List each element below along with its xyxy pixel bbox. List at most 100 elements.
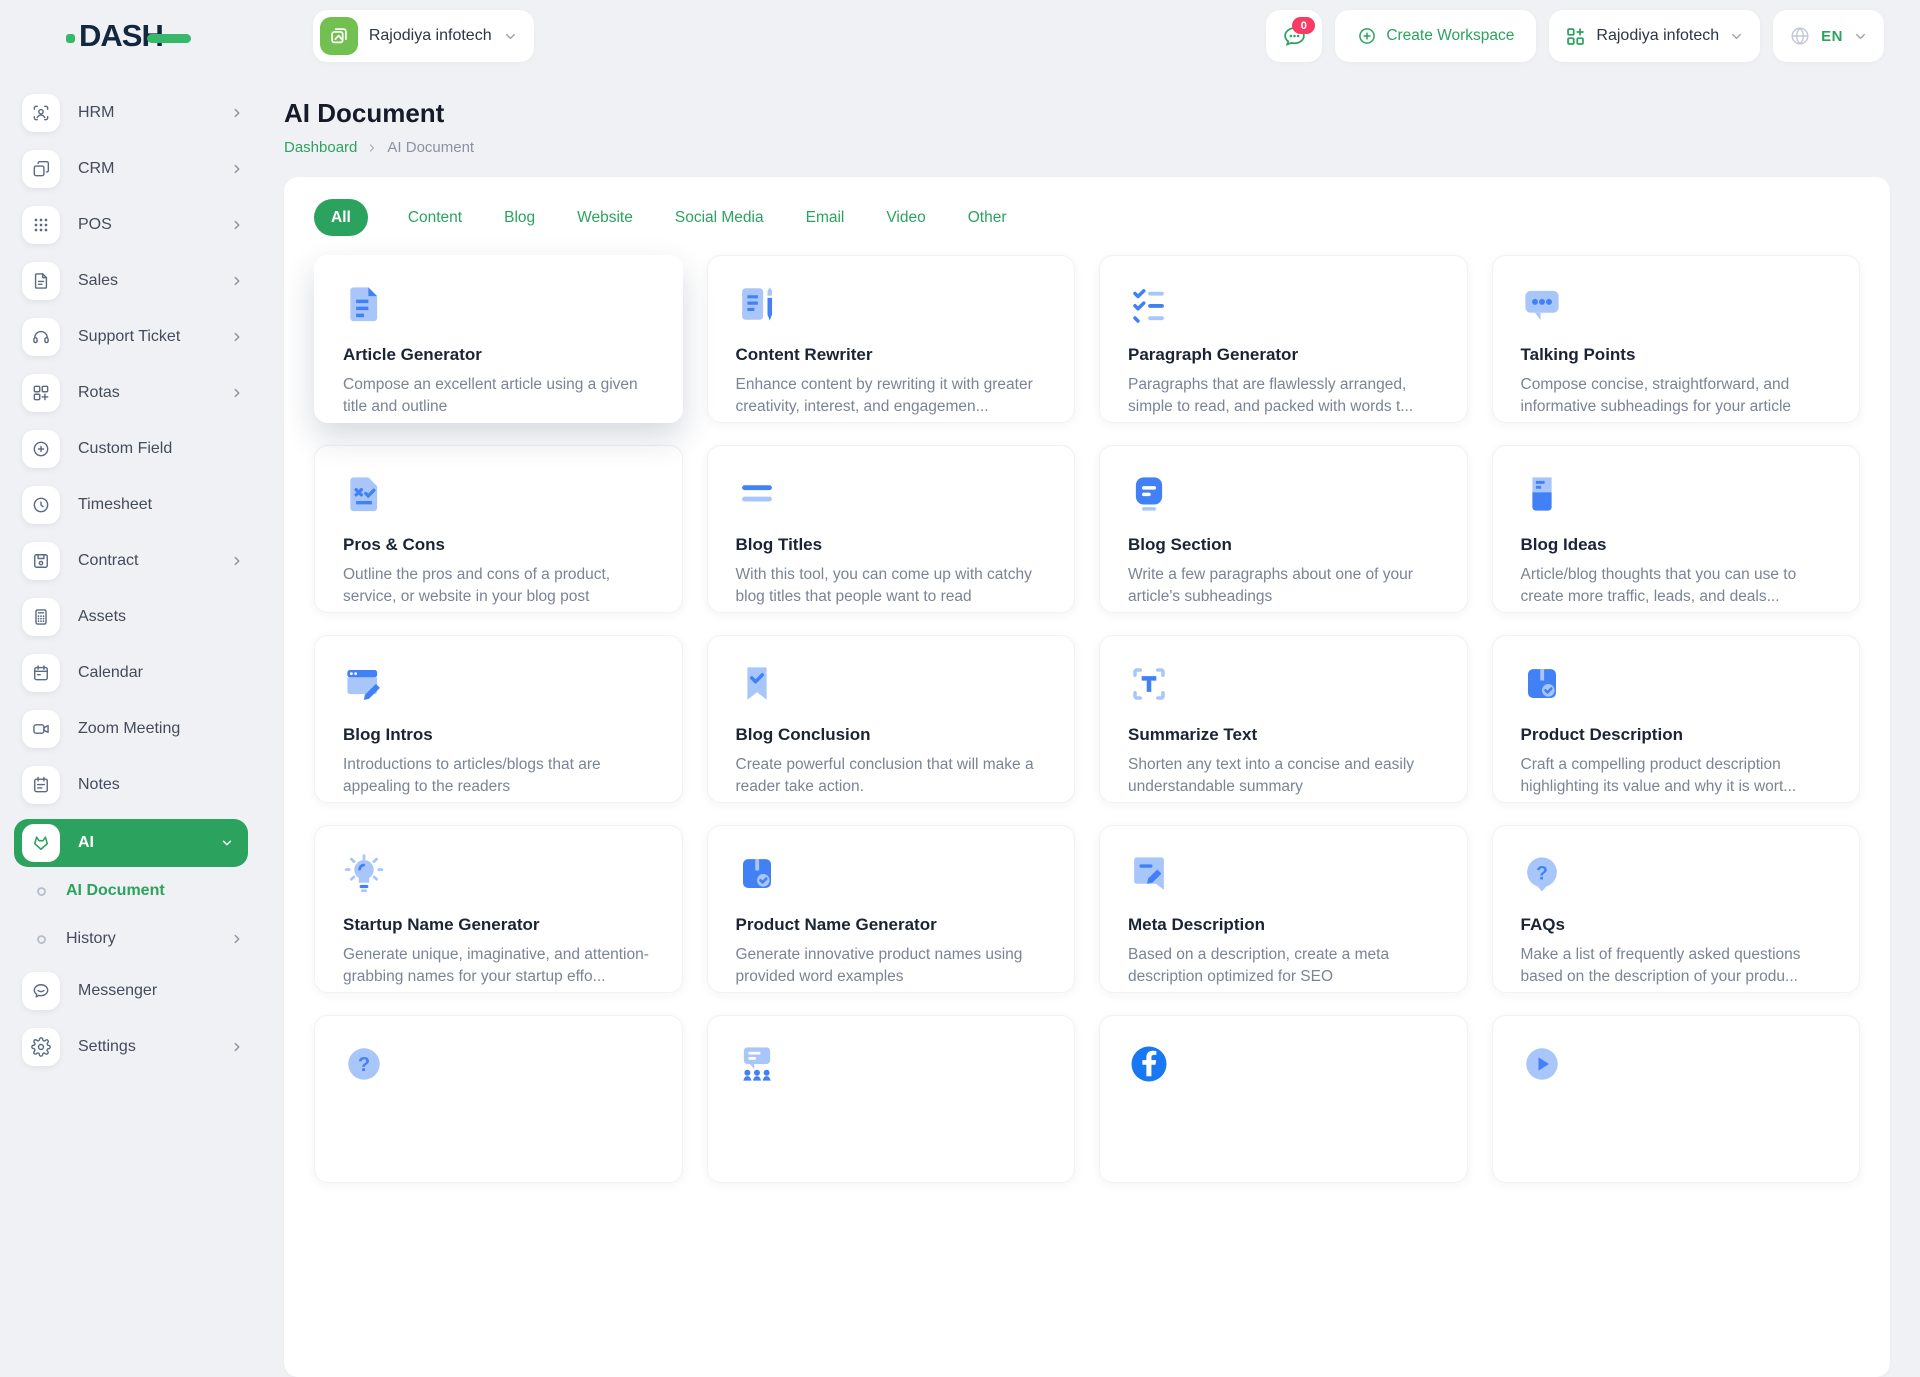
filter-tab[interactable]: Email	[804, 199, 847, 236]
top-header: DASH Rajodiya infotech 0 Create Workspac…	[0, 0, 1920, 72]
filter-tab-label: Video	[886, 208, 926, 226]
template-card[interactable]: Startup Name Generator Generate unique, …	[314, 825, 683, 993]
calendar-icon	[22, 654, 60, 692]
workspace-avatar-icon	[319, 17, 358, 55]
sidebar-item[interactable]: Sales	[22, 253, 244, 309]
template-card[interactable]	[1491, 1015, 1860, 1183]
template-card-title: Blog Intros	[343, 725, 433, 744]
messenger-icon	[22, 972, 60, 1010]
messages-button[interactable]: 0	[1266, 10, 1323, 62]
workspace-name: Rajodiya infotech	[368, 27, 492, 44]
template-card[interactable]: Blog Ideas Article/blog thoughts that yo…	[1491, 445, 1860, 613]
template-card[interactable]: Blog Titles With this tool, you can come…	[706, 445, 1075, 613]
support-ticket-icon	[22, 318, 60, 356]
sidebar-item-label: Calendar	[78, 664, 143, 681]
template-card-title: Talking Points	[1520, 345, 1636, 364]
sidebar-item[interactable]: Rotas	[22, 365, 244, 421]
template-card[interactable]: ? FAQs Make a list of frequently asked q…	[1491, 825, 1860, 993]
ai-fox-icon	[22, 824, 60, 862]
sidebar-item[interactable]: History	[22, 915, 244, 963]
template-card[interactable]: Blog Conclusion Create powerful conclusi…	[706, 635, 1075, 803]
template-card[interactable]: Product Name Generator Generate innovati…	[706, 825, 1075, 993]
sidebar-item[interactable]: AI	[14, 819, 248, 867]
rotas-icon	[22, 374, 60, 412]
sidebar-item[interactable]: AI Document	[22, 867, 244, 915]
template-card[interactable]: Product Description Craft a compelling p…	[1491, 635, 1860, 803]
filter-tab-label: Social Media	[674, 208, 764, 226]
filter-tab[interactable]: Website	[575, 199, 635, 236]
sidebar-item[interactable]: CRM	[22, 141, 244, 197]
sidebar-item[interactable]: Contract	[22, 533, 244, 589]
chevron-icon	[230, 274, 244, 288]
sidebar-item[interactable]: Timesheet	[22, 477, 244, 533]
app-logo[interactable]: DASH	[66, 18, 191, 54]
globe-icon	[1789, 25, 1811, 47]
sidebar-item[interactable]: Settings	[22, 1019, 244, 1075]
sidebar-item[interactable]: Assets	[22, 589, 244, 645]
template-card[interactable]: Summarize Text Shorten any text into a c…	[1099, 635, 1468, 803]
settings-icon	[22, 1028, 60, 1066]
template-card-title: Paragraph Generator	[1128, 345, 1299, 364]
template-card-description: With this tool, you can come up with cat…	[735, 566, 1032, 606]
sidebar-item[interactable]: POS	[22, 197, 244, 253]
sidebar-item[interactable]: Support Ticket	[22, 309, 244, 365]
template-card[interactable]: Content Rewriter Enhance content by rewr…	[706, 255, 1075, 423]
notification-badge: 0	[1292, 17, 1316, 34]
template-card[interactable]: Paragraph Generator Paragraphs that are …	[1099, 255, 1468, 423]
dot-ring-icon	[22, 872, 60, 910]
sidebar-item[interactable]: Zoom Meeting	[22, 701, 244, 757]
template-card[interactable]: Blog Intros Introductions to articles/bl…	[314, 635, 683, 803]
faq-circle-icon: ?	[1521, 853, 1563, 895]
template-card[interactable]: Pros & Cons Outline the pros and cons of…	[314, 445, 683, 613]
template-card-description: Introductions to articles/blogs that are…	[343, 756, 601, 796]
header-actions: 0 Create Workspace Rajodiya infotech EN	[1266, 10, 1884, 62]
sidebar-item-label: AI	[78, 834, 94, 851]
template-card-title: Content Rewriter	[735, 345, 873, 364]
filter-tab[interactable]: Other	[966, 199, 1009, 236]
chevron-icon	[230, 554, 244, 568]
language-selector[interactable]: EN	[1773, 10, 1884, 62]
svg-text:?: ?	[358, 1054, 370, 1076]
notes-icon	[22, 766, 60, 804]
zoom-meeting-icon	[22, 710, 60, 748]
chevron-icon	[230, 932, 244, 946]
create-workspace-button[interactable]: Create Workspace	[1335, 10, 1537, 62]
sidebar-item[interactable]: HRM	[22, 85, 244, 141]
sidebar-item-label: Zoom Meeting	[78, 720, 181, 737]
template-card-title: Blog Ideas	[1520, 535, 1607, 554]
template-card[interactable]: Article Generator Compose an excellent a…	[314, 255, 683, 423]
template-card[interactable]: Blog Section Write a few paragraphs abou…	[1099, 445, 1468, 613]
template-card[interactable]: Meta Description Based on a description,…	[1099, 825, 1468, 993]
sales-icon	[22, 262, 60, 300]
sidebar-item[interactable]: Messenger	[22, 963, 244, 1019]
template-card-description: Craft a compelling product description h…	[1520, 756, 1797, 796]
filter-tab[interactable]: Blog	[502, 199, 537, 236]
sidebar-item-label: POS	[78, 216, 112, 233]
template-card[interactable]	[1099, 1015, 1468, 1183]
sidebar-item[interactable]: Calendar	[22, 645, 244, 701]
filter-tab[interactable]: Content	[406, 199, 464, 236]
language-code: EN	[1821, 27, 1843, 45]
sidebar-item-label: Assets	[78, 608, 127, 625]
template-card-description: Article/blog thoughts that you can use t…	[1520, 566, 1797, 606]
workspace-selector[interactable]: Rajodiya infotech	[312, 10, 534, 62]
sidebar-item[interactable]: Notes	[22, 757, 244, 813]
filter-tab[interactable]: Video	[884, 199, 927, 236]
lightbulb-icon	[343, 853, 385, 895]
help-circle-icon: ?	[343, 1043, 385, 1085]
account-selector[interactable]: Rajodiya infotech	[1549, 10, 1761, 62]
template-card-description: Paragraphs that are flawlessly arranged,…	[1128, 376, 1414, 416]
template-card[interactable]	[706, 1015, 1075, 1183]
filter-tab[interactable]: All	[314, 199, 368, 236]
template-card-description: Compose concise, straightforward, and in…	[1520, 376, 1792, 416]
title-lines-icon	[736, 473, 778, 515]
chevron-icon	[230, 218, 244, 232]
breadcrumb-dashboard-link[interactable]: Dashboard	[284, 139, 357, 156]
template-card[interactable]: ?	[314, 1015, 683, 1183]
sidebar-item[interactable]: Custom Field	[22, 421, 244, 477]
checklist-icon	[1128, 283, 1170, 325]
template-card[interactable]: Talking Points Compose concise, straight…	[1491, 255, 1860, 423]
main-content: AI Document Dashboard AI Document All Co…	[284, 72, 1890, 1377]
filter-tab-label: Blog	[504, 208, 536, 226]
filter-tab[interactable]: Social Media	[673, 199, 766, 236]
